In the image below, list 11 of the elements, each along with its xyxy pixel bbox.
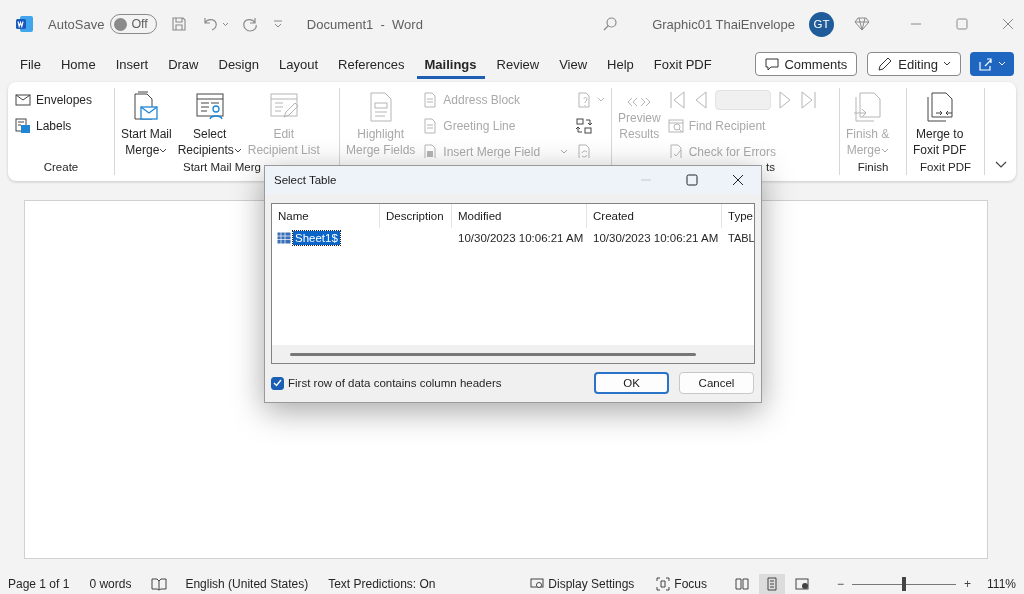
document-title: Document1 - Word xyxy=(306,16,423,32)
group-label: Foxit PDF xyxy=(919,160,972,173)
table-cell-text: 10/30/2023 10:06:21 AM xyxy=(457,232,585,244)
autosave-label: AutoSave xyxy=(48,16,105,32)
group-label: Finish xyxy=(857,160,889,173)
dialog-title: Select Table xyxy=(274,174,337,186)
group-label: Start Mail Merg xyxy=(183,160,261,173)
group-label: ts xyxy=(766,160,775,173)
table-cell-text: 10/30/2023 10:06:21 AM xyxy=(592,232,720,244)
table-cell-text: TABL xyxy=(727,232,754,244)
group-label: Create xyxy=(43,160,79,173)
